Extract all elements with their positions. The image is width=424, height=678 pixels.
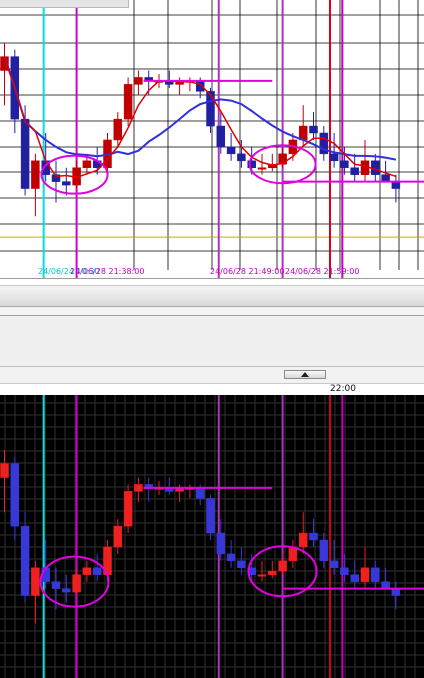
- candle-body: [10, 463, 20, 527]
- candle-body: [31, 160, 40, 189]
- candle-body: [257, 167, 267, 170]
- candle-body: [82, 567, 92, 575]
- candle-body: [268, 571, 277, 575]
- horizontal-scrollbar[interactable]: [0, 278, 424, 286]
- divider-strip: [0, 308, 424, 316]
- candle-body: [319, 539, 329, 562]
- candle-body: [206, 498, 215, 534]
- candle-body: [206, 91, 215, 127]
- candle-body: [371, 160, 380, 175]
- candle-body: [195, 487, 205, 499]
- candle-body: [381, 174, 390, 182]
- candle-body: [20, 525, 30, 596]
- candle-body: [134, 77, 143, 85]
- candle-body: [340, 567, 349, 575]
- candle-body: [92, 567, 102, 575]
- candle-body: [237, 560, 246, 569]
- candle-body: [340, 160, 349, 168]
- upper-chart-canvas[interactable]: 24/06/24 10:3024/06/28 21:38:00 24/06/28 …: [0, 0, 424, 278]
- candle-body: [123, 84, 133, 120]
- plot-background: [0, 395, 424, 678]
- candle-body: [226, 146, 236, 155]
- candle-body: [350, 574, 359, 582]
- candle-body: [371, 567, 380, 582]
- candle-body: [113, 118, 123, 141]
- time-axis-label: 22:00: [330, 384, 356, 394]
- candle-body: [360, 567, 370, 582]
- candle-body: [82, 160, 92, 168]
- panel-divider-area: 22:00: [0, 278, 424, 396]
- candle-body: [257, 574, 267, 577]
- candle-body: [226, 553, 236, 562]
- scroll-strip: [0, 366, 424, 384]
- scroll-up-button[interactable]: [284, 370, 326, 379]
- candle-body: [216, 125, 226, 148]
- candle-body: [62, 181, 71, 186]
- candle-body: [134, 484, 143, 492]
- candle-body: [391, 588, 401, 596]
- candle-body: [51, 581, 61, 589]
- candle-body: [237, 153, 246, 162]
- candle-body: [113, 525, 123, 548]
- chart-window: 24/06/24 10:30 24/06/28 21:38:00 24/06/28 …: [0, 0, 424, 678]
- candle-body: [309, 125, 318, 134]
- candle-body: [278, 560, 287, 572]
- top-toolbar-strip: [0, 0, 129, 8]
- candle-body: [216, 532, 226, 555]
- candle-body: [62, 588, 71, 593]
- candle-body: [123, 491, 133, 527]
- candle-body: [329, 153, 339, 162]
- candle-body: [298, 532, 308, 548]
- x-tick-label: 24/06/28 21:49:00: [210, 267, 284, 276]
- candle-body: [350, 167, 359, 175]
- triangle-up-icon: [301, 372, 309, 377]
- candle-body: [31, 567, 40, 596]
- candle-body: [309, 532, 318, 541]
- candle-body: [72, 574, 81, 593]
- upper-price-chart: 24/06/24 10:30 24/06/28 21:38:00 24/06/28 …: [0, 0, 424, 278]
- candle-body: [195, 80, 205, 92]
- candle-body: [0, 463, 9, 478]
- lower-chart-canvas[interactable]: [0, 395, 424, 678]
- x-tick-label: 24/06/28 21:38:00: [70, 267, 144, 276]
- x-tick-label: 24/06/28 21:59:00: [285, 267, 359, 276]
- splitter-bar[interactable]: [0, 288, 424, 307]
- candle-body: [391, 181, 401, 189]
- candle-body: [20, 118, 30, 189]
- candle-body: [329, 560, 339, 569]
- empty-pane: [0, 316, 424, 366]
- candle-body: [381, 581, 390, 589]
- lower-price-chart: [0, 395, 424, 678]
